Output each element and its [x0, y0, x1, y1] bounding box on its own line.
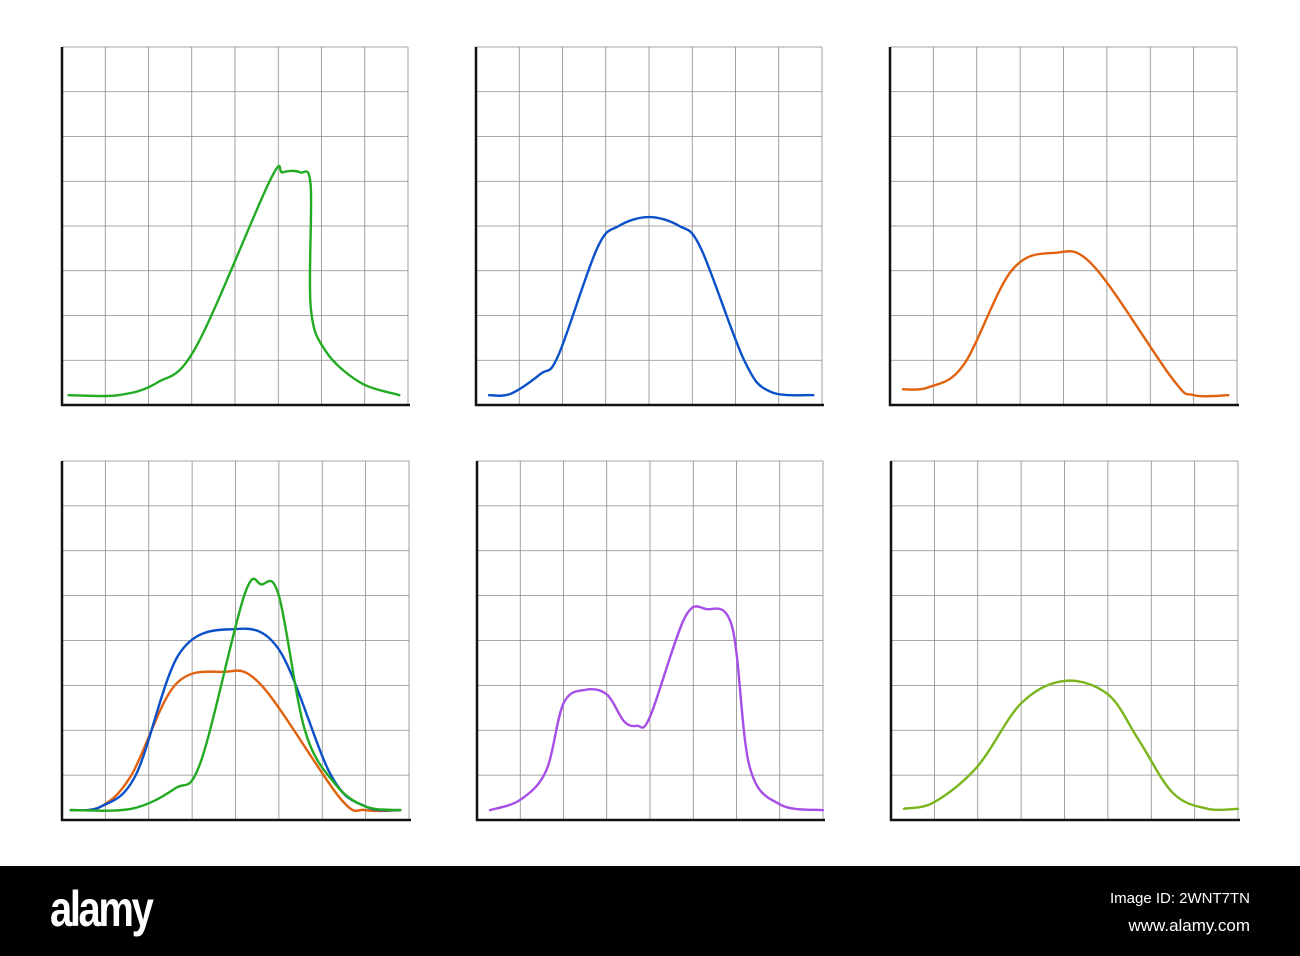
series-line-green	[67, 164, 401, 398]
chart-panel-3	[888, 46, 1239, 407]
chart-panel-6	[889, 460, 1240, 822]
image-id: Image ID: 2WNT7TN	[1109, 890, 1250, 907]
alamy-logo: alamy	[50, 881, 154, 937]
chart-panel-2	[474, 46, 824, 407]
chart-panel-5	[475, 460, 825, 822]
watermark-bar: alamy Image ID: 2WNT7TN www.alamy.com	[0, 866, 1300, 956]
charts-grid	[60, 46, 1240, 822]
chart-panel-1	[60, 46, 410, 407]
series-line-blue	[487, 215, 815, 397]
site-url: www.alamy.com	[1128, 916, 1250, 935]
chart-panel-4	[60, 460, 411, 822]
series-line-lime	[902, 679, 1240, 812]
series-line-orange	[901, 250, 1230, 398]
series-line-purple	[488, 605, 825, 812]
